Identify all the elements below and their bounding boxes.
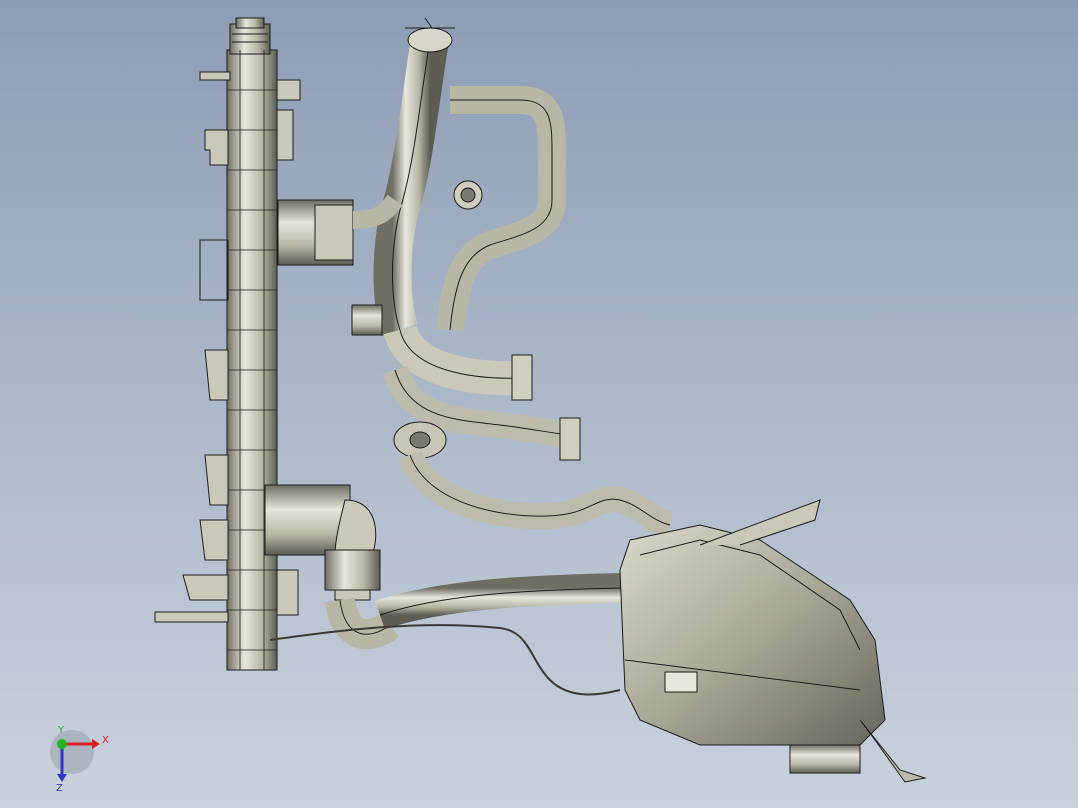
y-axis-label: Y — [57, 725, 65, 736]
x-axis-label: X — [102, 735, 109, 746]
y-axis-dot — [57, 739, 67, 749]
mid-hose[interactable] — [397, 449, 674, 538]
triad-sphere — [50, 730, 94, 774]
cad-viewport[interactable]: X Y Z — [0, 0, 1078, 808]
radiator-manifold[interactable] — [154, 17, 301, 671]
expansion-tank[interactable] — [619, 499, 927, 783]
assembly-drawing[interactable]: X Y Z — [0, 0, 1078, 808]
top-outlet — [405, 17, 455, 53]
orientation-triad: X Y Z — [50, 725, 109, 794]
lower-pipe[interactable] — [269, 573, 626, 696]
z-axis-label: Z — [56, 783, 63, 794]
upper-hose-loop[interactable] — [373, 36, 576, 448]
